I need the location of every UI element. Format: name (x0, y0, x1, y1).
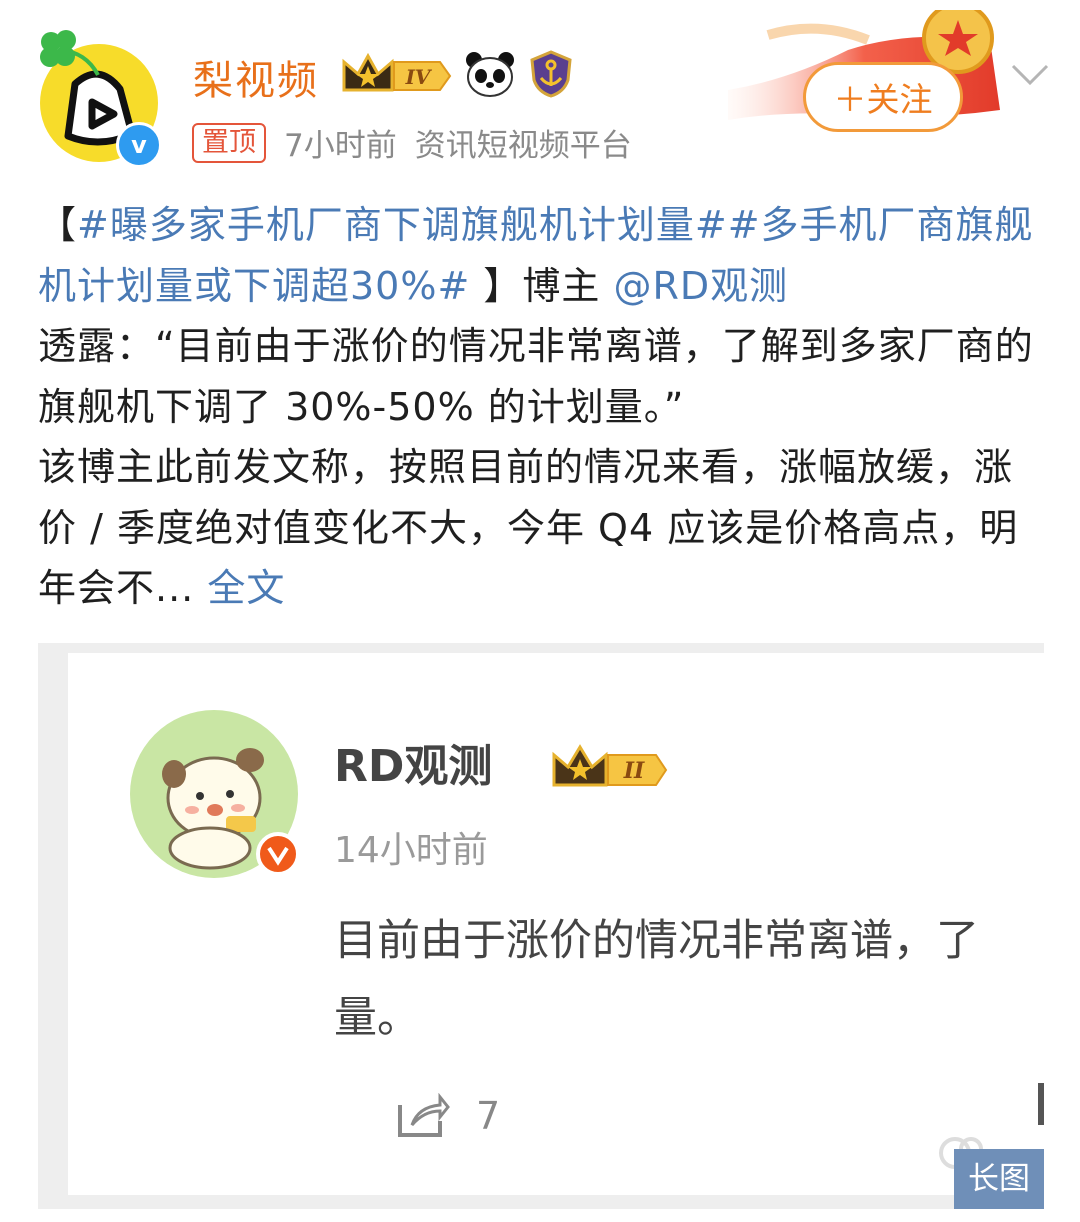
close-bracket: 】 (470, 263, 523, 308)
level-text: II (623, 758, 645, 784)
embedded-post: RD观测 II 14小时前 目前由于涨价的情况非常离谱，了 量。 7 (68, 653, 1044, 1195)
mention-link[interactable]: @RD观测 (614, 264, 789, 308)
account-avatar[interactable]: v (36, 30, 162, 168)
level-text: IV (405, 65, 433, 89)
account-description: 资讯短视频平台 (414, 128, 632, 164)
embedded-author-name[interactable]: RD观测 (334, 730, 492, 794)
chevron-down-icon[interactable] (1010, 62, 1050, 88)
share-icon (398, 1093, 450, 1137)
verified-badge: v (116, 122, 162, 168)
crown-icon[interactable]: IV (340, 50, 452, 98)
share-count: 7 (476, 1094, 501, 1138)
crown-icon: II (552, 744, 668, 787)
account-badges: IV (340, 50, 574, 98)
panda-icon[interactable] (464, 50, 516, 98)
embedded-post-time: 14小时前 (334, 830, 488, 871)
clover-icon (40, 30, 100, 76)
post-text: 【#曝多家手机厂商下调旗舰机计划量##多手机厂商旗舰机计划量或下调超30%# 】… (38, 195, 1048, 619)
embedded-text-cut: 了 (936, 916, 979, 966)
anchor-shield-icon[interactable] (528, 50, 574, 98)
long-image-badge[interactable]: 长图 (954, 1149, 1044, 1209)
embedded-post-text: 目前由于涨价的情况非常离谱，了 (334, 906, 979, 968)
embedded-text-line: 目前由于涨价的情况非常离谱， (334, 916, 936, 966)
post-text-segment: 博主 (522, 263, 614, 308)
embedded-screenshot[interactable]: RD观测 II 14小时前 目前由于涨价的情况非常离谱，了 量。 7 (38, 643, 1044, 1209)
post-header: v 梨视频 IV 置顶 7小时前 资讯短视频平台 ＋关注 (0, 0, 1080, 175)
post-text-segment: 透露：“目前由于涨价的情况非常离谱，了解到多家厂商的旗舰机下调了 30%-50%… (38, 324, 1034, 429)
rd-avatar[interactable] (130, 710, 314, 894)
pinned-tag: 置顶 (192, 122, 266, 163)
cut-off-edge (1038, 1083, 1044, 1125)
post-time: 7小时前 (284, 128, 397, 164)
post-text-segment: 该博主此前发文称，按照目前的情况来看，涨幅放缓，涨价 / 季度绝对值变化不大，今… (38, 445, 1019, 610)
embedded-post-text-cont: 量。 (334, 993, 420, 1043)
hashtag-link[interactable]: #曝多家手机厂商下调旗舰机计划量# (77, 203, 728, 247)
follow-button[interactable]: ＋关注 (803, 62, 963, 132)
account-name[interactable]: 梨视频 (193, 48, 319, 106)
post-meta: 置顶 7小时前 资讯短视频平台 (192, 120, 632, 165)
share-action[interactable]: 7 (396, 1093, 500, 1139)
full-text-link[interactable]: 全文 (194, 566, 285, 610)
open-bracket: 【 (38, 203, 78, 247)
